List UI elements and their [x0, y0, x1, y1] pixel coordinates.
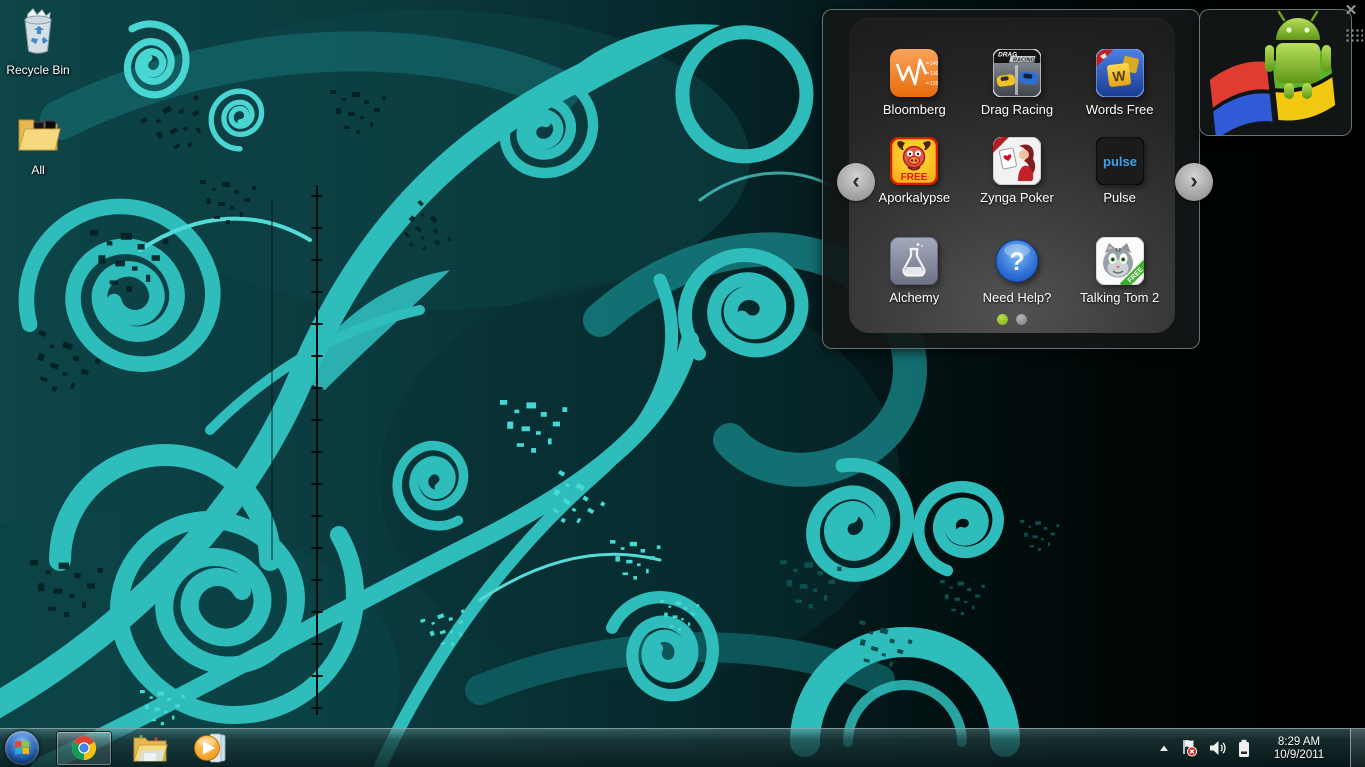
svg-text:120: 120 [930, 81, 938, 87]
svg-text:FREE: FREE [901, 172, 928, 183]
system-tray: 8:29 AM 10/9/2011 [1158, 728, 1365, 767]
chevron-right-icon: › [1190, 168, 1198, 193]
desktop-icon-all-folder[interactable]: All [6, 112, 70, 177]
need-help-app-icon: ? [995, 239, 1039, 283]
chevron-up-icon [1160, 745, 1168, 751]
pager-dot[interactable] [1016, 314, 1028, 325]
zynga-poker-app-icon [992, 137, 1041, 185]
show-desktop-button[interactable] [1350, 728, 1365, 767]
svg-text:?: ? [1009, 248, 1024, 276]
app-zynga-poker[interactable]: Zynga Poker [966, 137, 1069, 237]
app-label: Bloomberg [882, 102, 946, 117]
chevron-left-icon: ‹ [852, 168, 860, 193]
talking-tom-2-app-icon: FREE [1095, 237, 1144, 285]
recycle-bin-icon [24, 8, 52, 54]
clock-date: 10/9/2011 [1273, 748, 1325, 761]
alchemy-app-icon [890, 237, 939, 285]
tray-volume[interactable] [1209, 740, 1227, 756]
clock-time: 8:29 AM [1277, 735, 1321, 748]
close-icon: ✕ [1344, 2, 1358, 19]
tray-battery[interactable] [1238, 739, 1250, 758]
drag-racing-app-icon: DRAG RACING [992, 49, 1041, 97]
bloomberg-app-icon: 140 130 120 [890, 49, 939, 97]
app-label: Aporkalypse [878, 190, 951, 205]
app-label: Zynga Poker [980, 190, 1054, 205]
taskbar-button-media-player[interactable] [188, 731, 232, 766]
app-drag-racing[interactable]: DRAG RACING Drag Racing [966, 49, 1069, 137]
desktop-icon-label: All [31, 163, 45, 177]
desktop-icon-recycle-bin[interactable]: Recycle Bin [6, 8, 70, 77]
app-pulse[interactable]: pulse Pulse [1068, 137, 1171, 237]
chrome-icon [72, 736, 96, 760]
speaker-icon [1210, 741, 1226, 755]
bluestacks-apps-widget: 140 130 120 Bloomberg DRAG RACING Drag R… [822, 9, 1213, 349]
apps-panel: 140 130 120 Bloomberg DRAG RACING Drag R… [837, 17, 1213, 333]
svg-text:140: 140 [930, 61, 938, 67]
widget-close-button[interactable]: ✕ [1340, 2, 1362, 20]
svg-text:pulse: pulse [1103, 154, 1137, 169]
app-label: Pulse [1103, 190, 1136, 205]
app-words-free[interactable]: W Words Free [1068, 49, 1171, 137]
app-aporkalypse[interactable]: FREE Aporkalypse [863, 137, 966, 237]
app-label: Need Help? [982, 290, 1052, 305]
taskbar-clock[interactable]: 8:29 AM 10/9/2011 [1261, 735, 1337, 762]
apps-grid: 140 130 120 Bloomberg DRAG RACING Drag R… [849, 17, 1175, 333]
widget-grip-dots-icon[interactable] [1345, 28, 1363, 44]
app-label: Alchemy [889, 290, 940, 305]
windows-explorer-icon [133, 734, 168, 762]
svg-text:130: 130 [930, 71, 938, 77]
taskbar: 8:29 AM 10/9/2011 [0, 728, 1365, 767]
pager-dot-active[interactable] [996, 314, 1008, 325]
app-bloomberg[interactable]: 140 130 120 Bloomberg [863, 49, 966, 137]
folder-icon [18, 119, 61, 151]
taskbar-button-chrome[interactable] [56, 730, 112, 766]
pulse-app-icon: pulse [1095, 137, 1144, 185]
app-label: Drag Racing [980, 102, 1054, 117]
taskbar-button-explorer[interactable] [128, 731, 172, 766]
android-on-windows-logo [1209, 10, 1336, 140]
windows-start-icon [15, 740, 29, 756]
tray-show-hidden-icons[interactable] [1158, 744, 1170, 752]
page-next-button[interactable]: › [1175, 163, 1213, 201]
page-indicator [849, 312, 1175, 330]
desktop-screen: Recycle Bin All 140 130 120 Bloomberg DR… [0, 0, 1365, 767]
page-prev-button[interactable]: ‹ [837, 163, 875, 201]
windows-media-player-icon [194, 733, 226, 763]
start-button[interactable] [5, 731, 39, 765]
flag-alert-icon [1183, 740, 1198, 757]
tray-action-center[interactable] [1181, 738, 1198, 758]
app-label: Words Free [1085, 102, 1154, 117]
aporkalypse-app-icon: FREE [890, 137, 939, 185]
svg-text:RACING: RACING [1013, 58, 1035, 64]
battery-icon [1239, 739, 1249, 757]
app-label: Talking Tom 2 [1080, 290, 1160, 305]
words-free-app-icon: W [1095, 49, 1144, 97]
desktop-icon-label: Recycle Bin [6, 63, 70, 77]
bluestacks-logo-box [1199, 9, 1352, 140]
